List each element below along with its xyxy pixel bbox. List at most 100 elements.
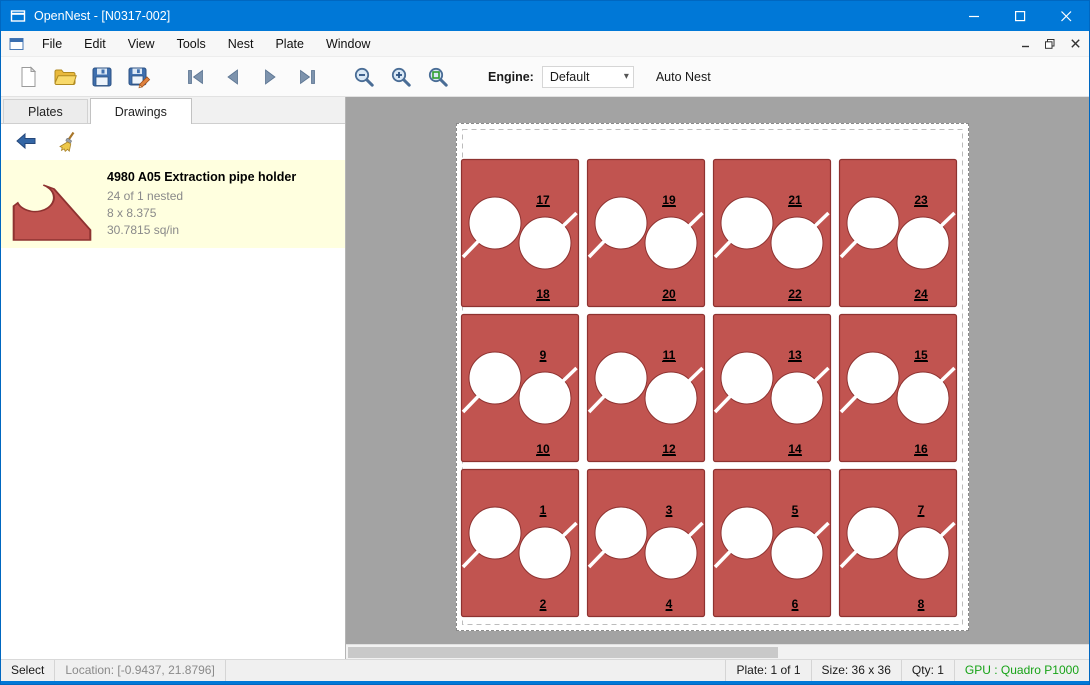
drawing-nested-count: 24 of 1 nested bbox=[107, 188, 296, 205]
drawing-thumbnail bbox=[11, 166, 93, 242]
drawing-area: 30.7815 sq/in bbox=[107, 222, 296, 239]
nest-svg: 171819202122232491011121314151612345678 bbox=[457, 124, 968, 630]
mdi-close-icon bbox=[1071, 39, 1080, 48]
menu-item-file[interactable]: File bbox=[31, 31, 73, 57]
part-number: 6 bbox=[792, 597, 799, 611]
part-number: 20 bbox=[662, 287, 676, 301]
mdi-restore-button[interactable] bbox=[1039, 35, 1061, 53]
import-drawing-button[interactable] bbox=[11, 128, 41, 156]
save-as-button[interactable] bbox=[120, 61, 157, 93]
status-location: Location: [-0.9437, 21.8796] bbox=[55, 660, 225, 681]
part-number: 3 bbox=[666, 503, 673, 517]
part-number: 4 bbox=[666, 597, 673, 611]
save-button[interactable] bbox=[83, 61, 120, 93]
save-icon bbox=[90, 65, 114, 89]
menu-item-nest[interactable]: Nest bbox=[217, 31, 265, 57]
engine-label: Engine: bbox=[488, 70, 534, 84]
nest-pair[interactable]: 9 10 bbox=[462, 315, 579, 462]
part-number: 21 bbox=[788, 193, 802, 207]
menu-item-view[interactable]: View bbox=[117, 31, 166, 57]
zoom-out-icon bbox=[352, 65, 376, 89]
go-next-icon bbox=[258, 65, 282, 89]
part-number: 8 bbox=[918, 597, 925, 611]
drawing-item[interactable]: 4980 A05 Extraction pipe holder 24 of 1 … bbox=[1, 160, 345, 248]
drawing-title: 4980 A05 Extraction pipe holder bbox=[107, 170, 296, 184]
part-number: 23 bbox=[914, 193, 928, 207]
nest-pair[interactable]: 56 bbox=[714, 470, 831, 617]
tab-plates[interactable]: Plates bbox=[3, 99, 88, 123]
app-window: OpenNest - [N0317-002] FileEditViewTools… bbox=[0, 0, 1090, 685]
drawing-size: 8 x 8.375 bbox=[107, 205, 296, 222]
part-number: 24 bbox=[914, 287, 928, 301]
tab-drawings[interactable]: Drawings bbox=[90, 98, 192, 124]
nest-plate: 171819202122232491011121314151612345678 bbox=[456, 123, 969, 631]
part-number: 14 bbox=[788, 442, 802, 456]
chevron-down-icon: ▾ bbox=[624, 71, 629, 82]
nest-pair[interactable]: 34 bbox=[588, 470, 705, 617]
status-qty: Qty: 1 bbox=[901, 660, 954, 681]
clean-drawings-button[interactable] bbox=[53, 128, 83, 156]
mdi-close-button[interactable] bbox=[1064, 35, 1086, 53]
go-last-button[interactable] bbox=[288, 61, 325, 93]
zoom-in-button[interactable] bbox=[382, 61, 419, 93]
maximize-icon bbox=[1015, 11, 1026, 22]
part-number: 5 bbox=[792, 503, 799, 517]
open-file-button[interactable] bbox=[46, 61, 83, 93]
part-number: 9 bbox=[540, 348, 547, 362]
nest-pair[interactable]: 23 24 bbox=[840, 160, 957, 307]
engine-select[interactable]: Default ▾ bbox=[542, 66, 634, 88]
menu-item-window[interactable]: Window bbox=[315, 31, 381, 57]
part-number: 10 bbox=[536, 442, 550, 456]
horizontal-scrollbar-thumb[interactable] bbox=[348, 647, 778, 658]
menu-items: FileEditViewToolsNestPlateWindow bbox=[31, 31, 381, 57]
go-first-button[interactable] bbox=[177, 61, 214, 93]
nest-canvas[interactable]: 171819202122232491011121314151612345678 bbox=[346, 97, 1089, 659]
mdi-restore-icon bbox=[1045, 39, 1055, 49]
maximize-button[interactable] bbox=[997, 1, 1043, 31]
panel-tabs: Plates Drawings bbox=[1, 97, 345, 124]
horizontal-scrollbar[interactable] bbox=[346, 644, 1089, 659]
mdi-minimize-button[interactable] bbox=[1014, 35, 1036, 53]
new-file-button[interactable] bbox=[9, 61, 46, 93]
nest-pair[interactable]: 1920 bbox=[588, 160, 705, 307]
status-gpu: GPU : Quadro P1000 bbox=[954, 660, 1089, 681]
nest-pair[interactable]: 1718 bbox=[462, 160, 579, 307]
close-button[interactable] bbox=[1043, 1, 1089, 31]
mdi-minimize-icon bbox=[1021, 39, 1030, 48]
toolbar: Engine: Default ▾ Auto Nest bbox=[1, 57, 1089, 97]
engine-value: Default bbox=[550, 70, 590, 84]
go-last-icon bbox=[295, 65, 319, 89]
clean-broom-icon bbox=[56, 130, 80, 154]
zoom-out-button[interactable] bbox=[345, 61, 382, 93]
auto-nest-button[interactable]: Auto Nest bbox=[656, 70, 711, 84]
drawing-meta: 4980 A05 Extraction pipe holder 24 of 1 … bbox=[107, 170, 296, 239]
status-size: Size: 36 x 36 bbox=[811, 660, 901, 681]
minimize-icon bbox=[969, 11, 980, 22]
open-folder-icon bbox=[53, 65, 77, 89]
nest-pair[interactable]: 1516 bbox=[840, 315, 957, 462]
part-number: 13 bbox=[788, 348, 802, 362]
go-next-button[interactable] bbox=[251, 61, 288, 93]
nest-pair[interactable]: 13 14 bbox=[714, 315, 831, 462]
minimize-button[interactable] bbox=[951, 1, 997, 31]
left-panel: Plates Drawings bbox=[1, 97, 346, 659]
nest-pair[interactable]: 78 bbox=[840, 470, 957, 617]
window-title: OpenNest - [N0317-002] bbox=[34, 9, 170, 23]
import-drawing-icon bbox=[14, 130, 38, 154]
part-number: 16 bbox=[914, 442, 928, 456]
zoom-fit-button[interactable] bbox=[419, 61, 456, 93]
menu-item-tools[interactable]: Tools bbox=[166, 31, 217, 57]
status-mode: Select bbox=[1, 660, 55, 681]
nest-pair[interactable]: 12 bbox=[462, 470, 579, 617]
window-titlebar: OpenNest - [N0317-002] bbox=[1, 1, 1089, 31]
nest-pair[interactable]: 1112 bbox=[588, 315, 705, 462]
part-number: 2 bbox=[540, 597, 547, 611]
menu-item-edit[interactable]: Edit bbox=[73, 31, 117, 57]
nest-pair[interactable]: 2122 bbox=[714, 160, 831, 307]
app-icon bbox=[10, 8, 26, 24]
menu-item-plate[interactable]: Plate bbox=[264, 31, 315, 57]
part-number: 7 bbox=[918, 503, 925, 517]
zoom-in-icon bbox=[389, 65, 413, 89]
mdi-document-icon bbox=[9, 36, 25, 52]
go-previous-button[interactable] bbox=[214, 61, 251, 93]
